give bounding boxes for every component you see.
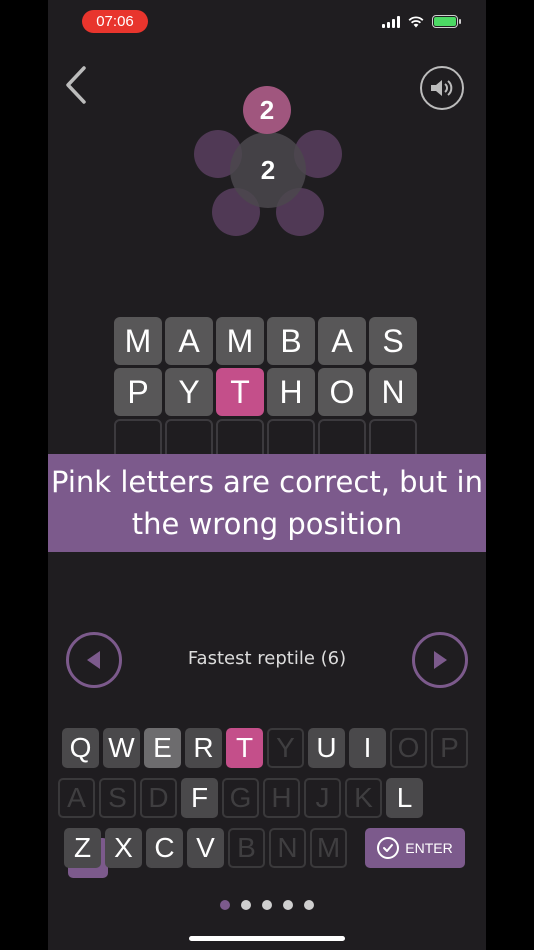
- wifi-icon: [408, 16, 424, 28]
- hint-line-2: the wrong position: [131, 507, 403, 541]
- status-time: 07:06: [82, 10, 148, 33]
- page-dot[interactable]: [283, 900, 293, 910]
- app-screen: 07:06 2 2 M A M B A S P Y T H O N Pink l…: [48, 0, 486, 950]
- tile: M: [114, 317, 162, 365]
- keyboard-row-3: Z X C V B N M ENTER: [64, 828, 465, 868]
- key-f[interactable]: F: [181, 778, 218, 818]
- key-x[interactable]: X: [105, 828, 142, 868]
- page-dot[interactable]: [220, 900, 230, 910]
- board-row: M A M B A S: [114, 317, 417, 365]
- keyboard-row-1: QWERTYUIOP: [62, 728, 468, 768]
- enter-label: ENTER: [405, 840, 453, 856]
- progress-flower: 2 2: [188, 84, 348, 244]
- enter-button[interactable]: ENTER: [365, 828, 465, 868]
- key-z[interactable]: Z: [64, 828, 101, 868]
- key-j[interactable]: J: [304, 778, 341, 818]
- key-e[interactable]: E: [144, 728, 181, 768]
- home-indicator: [189, 936, 345, 941]
- key-d[interactable]: D: [140, 778, 177, 818]
- key-y[interactable]: Y: [267, 728, 304, 768]
- key-h[interactable]: H: [263, 778, 300, 818]
- keyboard-spacer: [351, 828, 361, 868]
- keyboard-row-2: ASDFGHJKL: [58, 778, 423, 878]
- tile: O: [318, 368, 366, 416]
- hint-banner: Pink letters are correct, but in the wro…: [48, 454, 486, 552]
- signal-icon: [382, 16, 400, 28]
- key-b[interactable]: B: [228, 828, 265, 868]
- tile: M: [216, 317, 264, 365]
- key-i[interactable]: I: [349, 728, 386, 768]
- key-u[interactable]: U: [308, 728, 345, 768]
- back-chevron-icon: [66, 66, 86, 104]
- tile: A: [318, 317, 366, 365]
- sound-button[interactable]: [420, 66, 464, 110]
- board-row: P Y T H O N: [114, 368, 417, 416]
- tile: A: [165, 317, 213, 365]
- key-q[interactable]: Q: [62, 728, 99, 768]
- key-k[interactable]: K: [345, 778, 382, 818]
- key-n[interactable]: N: [269, 828, 306, 868]
- page-dot[interactable]: [262, 900, 272, 910]
- score-top: 2: [243, 86, 291, 134]
- key-o[interactable]: O: [390, 728, 427, 768]
- tile: S: [369, 317, 417, 365]
- key-s[interactable]: S: [99, 778, 136, 818]
- page-dot[interactable]: [241, 900, 251, 910]
- next-arrow-icon: [434, 651, 447, 669]
- key-w[interactable]: W: [103, 728, 140, 768]
- page-dot[interactable]: [304, 900, 314, 910]
- tile: H: [267, 368, 315, 416]
- battery-icon: [432, 15, 461, 28]
- tile-wrong-position: T: [216, 368, 264, 416]
- speaker-icon: [431, 80, 453, 96]
- key-r[interactable]: R: [185, 728, 222, 768]
- hint-line-1: Pink letters are correct, but in: [51, 465, 483, 499]
- check-icon: [377, 837, 400, 859]
- tile: Y: [165, 368, 213, 416]
- back-button[interactable]: [58, 60, 98, 110]
- next-clue-button[interactable]: [412, 632, 468, 688]
- key-l[interactable]: L: [386, 778, 423, 818]
- key-a[interactable]: A: [58, 778, 95, 818]
- score-center: 2: [230, 132, 306, 208]
- key-v[interactable]: V: [187, 828, 224, 868]
- page-indicator: [48, 900, 486, 910]
- key-c[interactable]: C: [146, 828, 183, 868]
- key-t[interactable]: T: [226, 728, 263, 768]
- key-p[interactable]: P: [431, 728, 468, 768]
- tile: B: [267, 317, 315, 365]
- tile: P: [114, 368, 162, 416]
- tile: N: [369, 368, 417, 416]
- key-m[interactable]: M: [310, 828, 347, 868]
- status-icons: [382, 15, 461, 28]
- key-g[interactable]: G: [222, 778, 259, 818]
